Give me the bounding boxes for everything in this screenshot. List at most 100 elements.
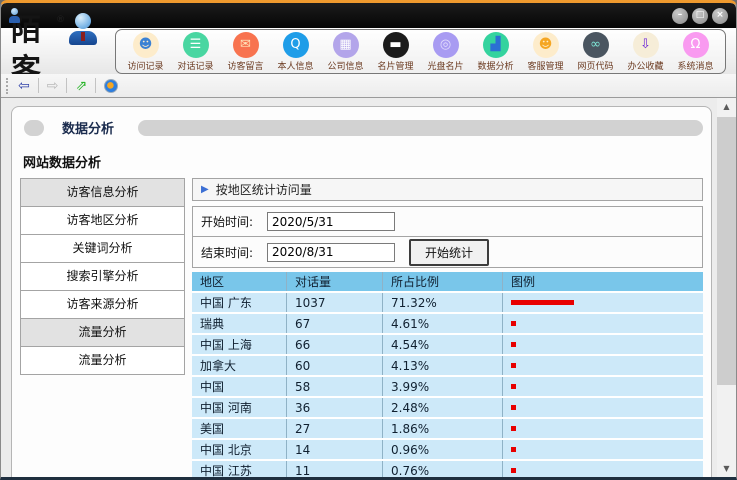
date-range-form: 开始时间: 结束时间: 开始统计: [192, 206, 703, 268]
legend-bar: [511, 363, 516, 368]
titlebar: – □ ×: [1, 3, 736, 28]
column-header: 地区: [192, 272, 287, 291]
table-header-row: 地区对话量所占比例图例: [192, 272, 703, 293]
nav-separator: [95, 78, 96, 93]
chat-records-icon: ☰: [183, 32, 209, 58]
dialogs-cell: 1037: [287, 293, 383, 312]
page-title: 数据分析: [62, 118, 114, 137]
toolbar-item-label: 网页代码: [573, 59, 618, 72]
region-cell: 美国: [192, 419, 287, 438]
legend-cell: [503, 335, 703, 354]
sidebar-item-0[interactable]: 访客信息分析: [20, 178, 185, 207]
sidebar-item-5[interactable]: 流量分析: [20, 318, 185, 347]
scrollbar-thumb[interactable]: [717, 117, 736, 385]
toolbar-item-label: 系统消息: [673, 59, 718, 72]
toolbar-item-label: 客服管理: [523, 59, 568, 72]
region-stats-table: 地区对话量所占比例图例中国 广东103771.32%瑞典674.61%中国 上海…: [192, 272, 703, 477]
toolbar-item-label: 光盘名片: [423, 59, 468, 72]
toolbar-item-3[interactable]: Q本人信息: [273, 32, 318, 72]
toolbar-item-label: 访问记录: [123, 59, 168, 72]
dialogs-cell: 67: [287, 314, 383, 333]
toolbar-item-0[interactable]: ☻访问记录: [123, 32, 168, 72]
sidebar-item-3[interactable]: 搜索引擎分析: [20, 262, 185, 291]
toolbar-item-11[interactable]: Ω系统消息: [673, 32, 718, 72]
scroll-up-icon[interactable]: ▲: [717, 98, 736, 115]
sidebar-item-1[interactable]: 访客地区分析: [20, 206, 185, 235]
minimize-button[interactable]: –: [672, 8, 688, 24]
toolbar-item-label: 数据分析: [473, 59, 518, 72]
region-cell: 中国 江苏: [192, 461, 287, 477]
header-band: 陌客 ® ☻访问记录☰对话记录✉访客留言Q本人信息▦公司信息▬名片管理◎光盘名片…: [1, 28, 736, 74]
close-button[interactable]: ×: [712, 8, 728, 24]
percent-cell: 4.61%: [383, 314, 503, 333]
scrollbar-track[interactable]: [717, 115, 736, 460]
toolbar-item-1[interactable]: ☰对话记录: [173, 32, 218, 72]
table-row: 中国583.99%: [192, 377, 703, 398]
toolbar-item-8[interactable]: ☻客服管理: [523, 32, 568, 72]
dialogs-cell: 27: [287, 419, 383, 438]
home-globe-icon[interactable]: [104, 79, 118, 93]
legend-bar: [511, 321, 516, 326]
forward-icon[interactable]: ⇨: [42, 76, 64, 96]
toolbar-item-6[interactable]: ◎光盘名片: [423, 32, 468, 72]
legend-cell: [503, 356, 703, 375]
table-row: 瑞典674.61%: [192, 314, 703, 335]
sidebar-item-6[interactable]: 流量分析: [20, 346, 185, 375]
sidebar-item-4[interactable]: 访客来源分析: [20, 290, 185, 319]
legend-bar: [511, 447, 516, 452]
logo-avatar-icon: [69, 13, 97, 49]
data-analysis-icon: ▟: [483, 32, 509, 58]
legend-bar: [511, 300, 574, 305]
end-time-input[interactable]: [267, 243, 395, 262]
legend-cell: [503, 377, 703, 396]
vertical-scrollbar[interactable]: ▲ ▼: [717, 98, 736, 477]
percent-cell: 2.48%: [383, 398, 503, 417]
table-row: 中国 广东103771.32%: [192, 293, 703, 314]
cd-card-icon: ◎: [433, 32, 459, 58]
dialogs-cell: 58: [287, 377, 383, 396]
maximize-button[interactable]: □: [692, 8, 708, 24]
legend-cell: [503, 314, 703, 333]
toolbar-item-10[interactable]: ⇩办公收藏: [623, 32, 668, 72]
table-row: 中国 江苏110.76%: [192, 461, 703, 477]
dialogs-cell: 66: [287, 335, 383, 354]
back-icon[interactable]: ⇦: [13, 76, 35, 96]
toolbar-item-9[interactable]: ∞网页代码: [573, 32, 618, 72]
region-cell: 中国: [192, 377, 287, 396]
percent-cell: 4.13%: [383, 356, 503, 375]
analysis-sidebar: 访客信息分析访客地区分析关键词分析搜索引擎分析访客来源分析流量分析流量分析: [20, 178, 185, 375]
start-time-label: 开始时间:: [201, 213, 267, 230]
toolbar-item-7[interactable]: ▟数据分析: [473, 32, 518, 72]
toolbar-item-label: 公司信息: [323, 59, 368, 72]
region-cell: 中国 河南: [192, 398, 287, 417]
region-cell: 中国 广东: [192, 293, 287, 312]
region-cell: 中国 北京: [192, 440, 287, 459]
table-row: 美国271.86%: [192, 419, 703, 440]
dialogs-cell: 14: [287, 440, 383, 459]
toolbar-item-4[interactable]: ▦公司信息: [323, 32, 368, 72]
main-panel: 数据分析 网站数据分析 访客信息分析访客地区分析关键词分析搜索引擎分析访客来源分…: [11, 106, 712, 477]
start-time-input[interactable]: [267, 212, 395, 231]
percent-cell: 0.76%: [383, 461, 503, 477]
dialogs-cell: 11: [287, 461, 383, 477]
legend-bar: [511, 426, 516, 431]
column-header: 所占比例: [383, 272, 503, 291]
office-favorite-icon: ⇩: [633, 32, 659, 58]
region-cell: 加拿大: [192, 356, 287, 375]
sidebar-item-2[interactable]: 关键词分析: [20, 234, 185, 263]
percent-cell: 4.54%: [383, 335, 503, 354]
visitor-message-icon: ✉: [233, 32, 259, 58]
card-manage-icon: ▬: [383, 32, 409, 58]
toolbar-item-2[interactable]: ✉访客留言: [223, 32, 268, 72]
legend-bar: [511, 342, 516, 347]
scroll-down-icon[interactable]: ▼: [717, 460, 736, 477]
refresh-icon[interactable]: ⇗: [70, 76, 92, 96]
service-manage-icon: ☻: [533, 32, 559, 58]
nav-separator: [38, 78, 39, 93]
app-window: – □ × 陌客 ® ☻访问记录☰对话记录✉访客留言Q本人信息▦公司信息▬名片管…: [0, 0, 737, 480]
start-statistics-button[interactable]: 开始统计: [409, 239, 489, 266]
table-row: 中国 河南362.48%: [192, 398, 703, 419]
dialogs-cell: 60: [287, 356, 383, 375]
toolbar-item-5[interactable]: ▬名片管理: [373, 32, 418, 72]
system-message-icon: Ω: [683, 32, 709, 58]
